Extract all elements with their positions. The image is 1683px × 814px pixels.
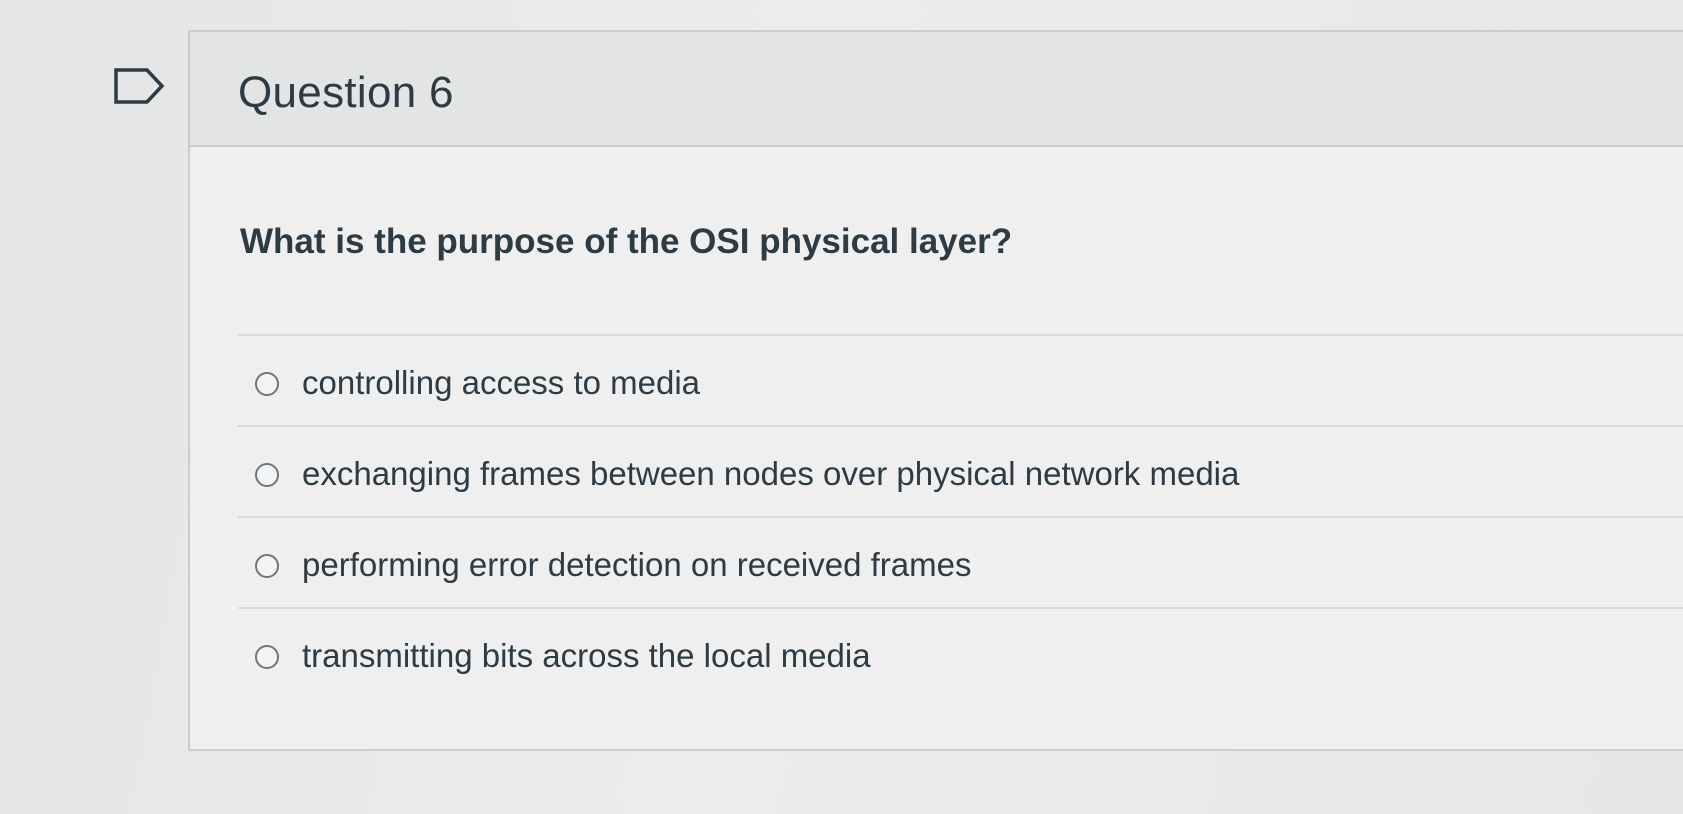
- answer-list: controlling access to media exchanging f…: [238, 334, 1683, 698]
- answer-label[interactable]: controlling access to media: [302, 364, 700, 402]
- answer-option-4[interactable]: transmitting bits across the local media: [238, 607, 1683, 698]
- answer-label[interactable]: performing error detection on received f…: [302, 546, 971, 584]
- flag-question-icon[interactable]: [113, 67, 165, 105]
- radio-button-icon[interactable]: [255, 645, 279, 669]
- question-text: What is the purpose of the OSI physical …: [240, 222, 1013, 261]
- radio-button-icon[interactable]: [255, 554, 279, 578]
- radio-button-icon[interactable]: [255, 463, 279, 487]
- question-card: Question 6 What is the purpose of the OS…: [188, 30, 1683, 751]
- answer-option-1[interactable]: controlling access to media: [238, 334, 1683, 425]
- answer-option-3[interactable]: performing error detection on received f…: [238, 516, 1683, 607]
- question-title: Question 6: [238, 68, 454, 117]
- radio-button-icon[interactable]: [255, 372, 279, 396]
- answer-label[interactable]: exchanging frames between nodes over phy…: [302, 455, 1239, 493]
- question-header: Question 6: [190, 32, 1683, 147]
- answer-option-2[interactable]: exchanging frames between nodes over phy…: [238, 425, 1683, 516]
- answer-label[interactable]: transmitting bits across the local media: [302, 637, 871, 675]
